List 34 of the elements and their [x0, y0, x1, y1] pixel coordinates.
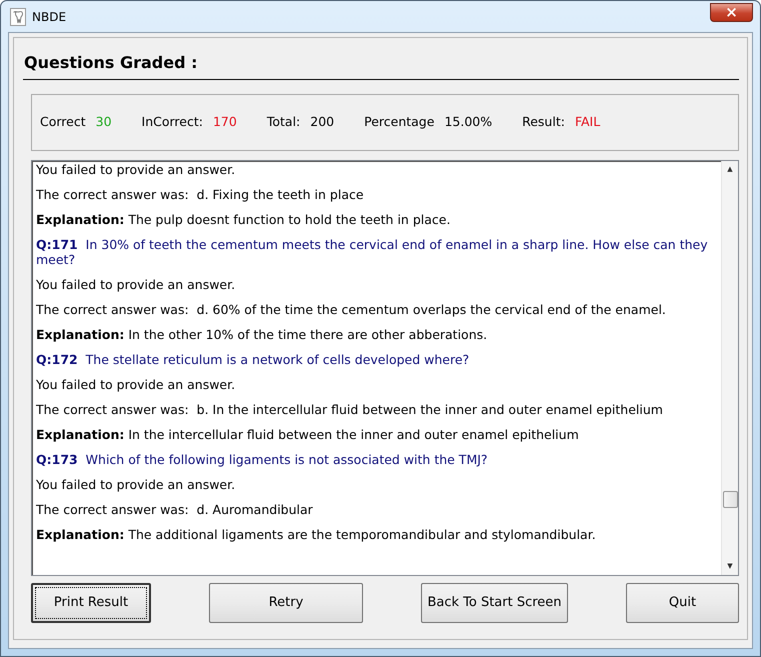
action-button[interactable]: Print Result: [31, 583, 151, 623]
result-text: You failed to provide an answer.: [36, 277, 236, 292]
stat-value: 200: [310, 113, 334, 132]
close-button[interactable]: ×: [710, 3, 753, 22]
stat-label: Result:: [522, 113, 565, 132]
result-text: The correct answer was: d. Auromandibular: [36, 502, 314, 517]
section-heading: Questions Graded :: [23, 52, 199, 74]
result-text: The correct answer was: d. Fixing the teeth in place: [36, 187, 365, 202]
stat-label: Correct: [40, 113, 86, 132]
stat-value: 15.00%: [444, 113, 492, 132]
question-text: Q:173 Which of the following ligaments is not associated with the TMJ?: [36, 452, 489, 467]
result-text: Explanation: In the intercellular fluid between the inner and outer enamel epithelium: [36, 427, 580, 442]
stat-value: 30: [96, 113, 112, 132]
scroll-thumb[interactable]: [722, 491, 738, 508]
stat-label: Percentage: [364, 113, 434, 132]
result-text: Explanation: The additional ligaments are the temporomandibular and stylomandibular.: [36, 527, 597, 542]
stat-value: 170: [212, 113, 237, 132]
result-text: Explanation: The pulp doesnt function to hold the teeth in place.: [36, 212, 452, 227]
window-title: NBDE: [32, 8, 66, 26]
result-text: You failed to provide an answer.: [36, 162, 236, 177]
question-text: Q:172 The stellate reticulum is a network of cells developed where?: [36, 352, 470, 367]
stat-label: InCorrect:: [142, 113, 203, 132]
action-button[interactable]: Quit: [626, 583, 739, 623]
stat-value: FAIL: [574, 113, 600, 132]
tooth-icon: [10, 8, 26, 26]
stat-label: Total:: [266, 113, 300, 132]
result-text: You failed to provide an answer.: [36, 377, 236, 392]
result-text: The correct answer was: d. 60% of the time the cementum overlaps the cervical end of the enamel.: [36, 302, 667, 317]
result-text: The correct answer was: b. In the intercellular fluid between the inner and outer enamel epithelium: [36, 402, 664, 417]
result-text: Explanation: In the other 10% of the time there are other abberations.: [36, 327, 488, 342]
action-button[interactable]: Back To Start Screen: [421, 583, 568, 623]
action-button[interactable]: Retry: [209, 583, 363, 623]
result-text: You failed to provide an answer.: [36, 477, 236, 492]
question-text: Q:171 In 30% of teeth the cementum meets the cervical end of enamel in a sharp line. How else can they meet?: [36, 237, 709, 267]
